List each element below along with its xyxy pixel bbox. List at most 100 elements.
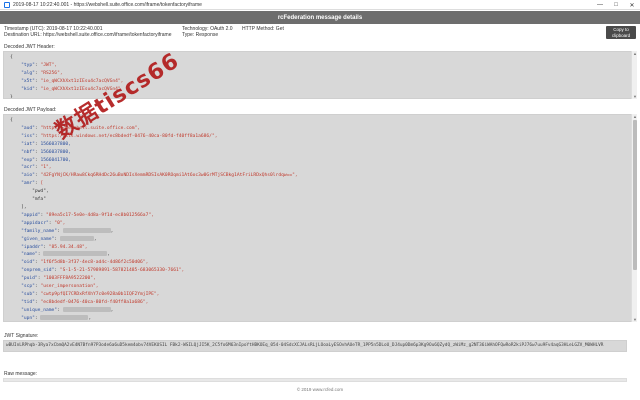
copy-to-clipboard-button[interactable]: Copy to clipboard xyxy=(606,26,636,39)
raw-message-field[interactable] xyxy=(3,378,627,382)
payload-line: "given_name": , xyxy=(21,235,97,242)
payload-scrollbar[interactable]: ▲ ▼ xyxy=(631,114,637,322)
json-key: "sub" xyxy=(21,291,35,297)
json-value: "JWT", xyxy=(40,62,58,68)
json-key: "acr" xyxy=(21,165,35,171)
scroll-up-icon[interactable]: ▲ xyxy=(632,114,638,119)
jwt-header-label: Decoded JWT Header: xyxy=(4,44,55,50)
json-value: 1566037800, xyxy=(40,149,71,155)
json-key: "amr" xyxy=(21,181,35,187)
json-value: "1f6f5d8b-3f37-4ec8-ad4c-4d86f2c50d06", xyxy=(40,260,149,266)
json-key: "x5t" xyxy=(21,78,35,84)
payload-line: "ipaddr": "85.94.34.48", xyxy=(21,244,88,250)
code-text: ], xyxy=(10,204,27,210)
json-key: "oid" xyxy=(21,260,35,266)
footer-copyright: © 2019 www.rcfed.com xyxy=(296,387,344,392)
window-controls: — □ ✕ xyxy=(592,0,640,10)
payload-line: "pwd", xyxy=(10,188,630,196)
json-key: "appidacr" xyxy=(21,220,49,226)
payload-line: "mfa" xyxy=(10,196,630,204)
json-key: "aud" xyxy=(21,125,35,131)
redacted-value xyxy=(40,314,89,320)
json-key: "unique_name" xyxy=(21,307,58,313)
json-key: "given_name" xyxy=(21,236,55,242)
window-titlebar: 2019-08-17 10:22:40.001 - https://webshe… xyxy=(0,0,640,10)
payload-line: "puid": "1003FFF8A9522200", xyxy=(21,276,96,282)
json-key: "upn" xyxy=(21,315,35,321)
json-key: "nbf" xyxy=(21,149,35,155)
payload-line: "onprem_sid": "S-1-5-21-57989891-5878214… xyxy=(21,268,185,274)
json-key: "ipaddr" xyxy=(21,244,44,250)
scroll-down-icon[interactable]: ▼ xyxy=(632,317,638,322)
payload-line: "name": , xyxy=(21,251,111,258)
payload-line: "nbf": 1566037800, xyxy=(21,149,71,155)
payload-line: "amr": [ xyxy=(21,181,44,187)
copy-label-line2: clipboard xyxy=(611,32,631,38)
json-key: "name" xyxy=(21,252,38,258)
jwt-signature-value[interactable]: wBUInLRPhqb-3Rya7xCbmQA2vE4N7Bfn97P3ode6… xyxy=(3,340,627,352)
payload-line: "acr": "1", xyxy=(21,165,52,171)
app-icon xyxy=(4,1,10,8)
payload-line: "aud": "https://webshell.suite.office.co… xyxy=(21,125,141,131)
payload-line: "iss": "https://sts.windows.net/ec8bdedf… xyxy=(21,133,218,139)
scroll-up-icon[interactable]: ▲ xyxy=(632,51,638,56)
jwt-payload-code[interactable]: { "aud": "https://webshell.suite.office.… xyxy=(3,114,637,322)
header-scrollbar[interactable]: ▲ ▼ xyxy=(631,51,637,99)
payload-line: "tid": "ec8bdedf-0476-40ca-80fd-f40ff8a1… xyxy=(21,299,149,305)
destination-url: Destination URL: https://webshell.suite.… xyxy=(4,32,172,38)
code-text: "mfa" xyxy=(10,197,46,203)
raw-message-label: Raw message: xyxy=(4,371,38,377)
json-value: "ec8bdedf-0476-40ca-80fd-f40ff8a1a686", xyxy=(40,299,149,305)
close-icon[interactable]: ✕ xyxy=(624,0,640,10)
json-value: "RS256", xyxy=(40,70,63,76)
header-line: { xyxy=(10,54,630,62)
http-method: HTTP Method: Get xyxy=(242,26,284,32)
page-title: rcFederation message details xyxy=(0,11,640,24)
redacted-value xyxy=(43,251,108,257)
json-value: "85.94.34.48", xyxy=(48,244,88,250)
json-key: "tid" xyxy=(21,299,35,305)
json-key: "iss" xyxy=(21,133,35,139)
payload-line: "aio": "42FgYNjCK/HRaw8Ckq6RHdDc26uBoNDI… xyxy=(21,173,298,179)
jwt-payload-label: Decoded JWT Payload: xyxy=(4,107,57,113)
code-text: "pwd", xyxy=(10,189,49,195)
payload-line: "family_name": , xyxy=(21,227,114,234)
json-key: "kid" xyxy=(21,86,35,92)
payload-line: "unique_name": , xyxy=(21,306,114,313)
json-value: "1003FFF8A9522200", xyxy=(43,276,96,282)
header-line: "typ": "JWT", xyxy=(21,62,58,68)
redacted-value xyxy=(59,235,94,241)
json-value: "0", xyxy=(54,220,66,226)
payload-line: "sub": "cwtp9pfQI7CRDxRfXhY7c0e928a0b1IQ… xyxy=(21,291,160,297)
json-key: "scp" xyxy=(21,284,35,290)
header-line: "alg": "RS256", xyxy=(21,70,63,76)
payload-line: "exp": 1566041700, xyxy=(21,157,71,163)
json-value: [ xyxy=(40,181,44,187)
payload-line: "appid": "89ea5c17-5e0e-4d8a-9f1d-ec8b01… xyxy=(21,212,154,218)
json-value: "S-1-5-21-57989891-587821485-683065330-7… xyxy=(59,268,185,274)
json-key: "onprem_sid" xyxy=(21,268,55,274)
code-text: { xyxy=(10,118,13,123)
scroll-down-icon[interactable]: ▼ xyxy=(632,94,638,99)
json-value: "1", xyxy=(40,165,52,171)
payload-line: ], xyxy=(10,204,630,212)
maximize-icon[interactable]: □ xyxy=(608,0,624,10)
minimize-icon[interactable]: — xyxy=(592,0,608,10)
message-meta: Timestamp (UTC): 2019-08-17 10:22:40.001… xyxy=(4,26,604,40)
window-title: 2019-08-17 10:22:40.001 - https://webshe… xyxy=(13,1,202,8)
redacted-value xyxy=(62,227,111,233)
scrollbar-thumb[interactable] xyxy=(633,120,637,270)
payload-line: "upn": , xyxy=(21,314,92,321)
json-key: "appid" xyxy=(21,212,41,218)
json-key: "typ" xyxy=(21,62,35,68)
json-value: "user_impersonation", xyxy=(40,284,99,290)
payload-line: "scp": "user_impersonation", xyxy=(21,284,99,290)
jwt-signature-label: JWT Signature: xyxy=(4,333,39,339)
code-text: { xyxy=(10,55,13,60)
json-key: "family_name" xyxy=(21,228,58,234)
json-key: "aio" xyxy=(21,173,35,179)
json-key: "puid" xyxy=(21,276,38,282)
json-value: "89ea5c17-5e0e-4d8a-9f1d-ec8b012566a7", xyxy=(46,212,154,218)
json-key: "alg" xyxy=(21,70,35,76)
message-type: Type: Response xyxy=(182,32,219,38)
